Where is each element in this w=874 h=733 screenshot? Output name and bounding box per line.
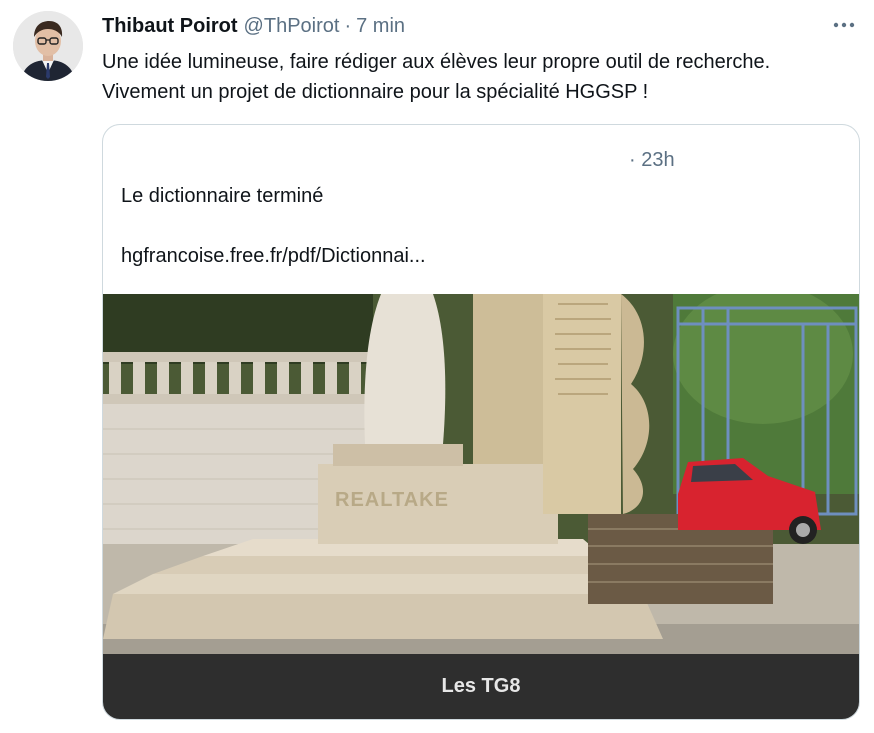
avatar[interactable] [13,11,83,81]
avatar-portrait [13,11,83,81]
more-options-button[interactable] [830,13,858,37]
author-handle[interactable]: @ThPoirot [244,15,340,38]
tweet-text: Une idée lumineuse, faire rédiger aux él… [102,47,862,107]
tweet-timestamp[interactable]: 7 min [356,15,405,38]
quote-image[interactable]: REALTAKE [103,294,859,654]
quote-timestamp[interactable]: · 23h [629,149,675,172]
tweet-text-line: Vivement un projet de dictionnaire pour … [102,81,649,103]
quote-link[interactable]: hgfrancoise.free.fr/pdf/Dictionnai... [121,245,426,268]
tweet-text-line: Une idée lumineuse, faire rédiger aux él… [102,51,771,73]
monument-inscription: REALTAKE [335,489,449,511]
author-name[interactable]: Thibaut Poirot [102,15,238,38]
quote-text: Le dictionnaire terminé [121,185,324,207]
tweet: Thibaut Poirot @ThPoirot · 7 min Une idé… [0,0,874,733]
quoted-tweet-card[interactable]: · 23h Le dictionnaire terminé hgfrancois… [102,124,860,720]
quote-caption: Les TG8 [103,654,859,719]
monument-photo: REALTAKE [103,294,859,654]
header-separator: · [344,14,352,37]
tweet-header: Thibaut Poirot @ThPoirot · 7 min [102,13,405,39]
more-icon [833,22,855,28]
